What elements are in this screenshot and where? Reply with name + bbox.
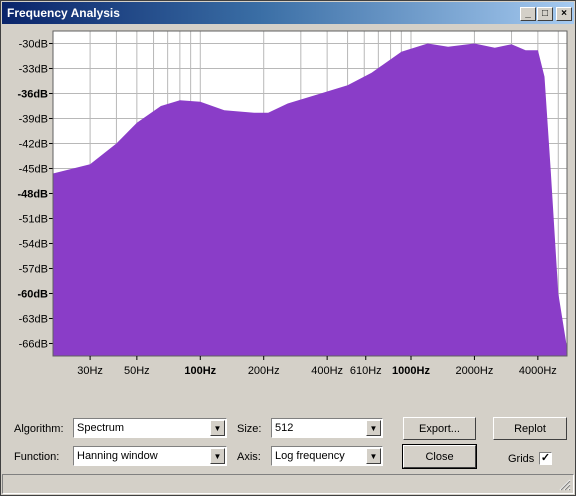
y-tick-label: -54dB xyxy=(19,239,48,251)
y-tick-label: -60dB xyxy=(17,289,48,301)
grids-label: Grids xyxy=(508,453,535,465)
algorithm-label: Algorithm: xyxy=(14,423,64,435)
y-tick-label: -66dB xyxy=(19,339,48,351)
y-tick-label: -45dB xyxy=(19,164,48,176)
y-tick-label: -36dB xyxy=(17,89,48,101)
chevron-down-icon[interactable]: ▼ xyxy=(210,420,225,436)
chevron-down-icon[interactable]: ▼ xyxy=(366,420,381,436)
spectrum-plot: -30dB -33dB -36dB -39dB -42dB -45dB -48dB -51dB… xyxy=(5,25,571,380)
frequency-analysis-window: Frequency Analysis _ □ × -30dB -33dB -36dB… xyxy=(0,0,576,496)
chevron-down-icon[interactable]: ▼ xyxy=(210,448,225,464)
algorithm-value: Spectrum xyxy=(77,422,125,434)
axis-label: Axis: xyxy=(237,451,261,463)
y-tick-label: -51dB xyxy=(19,214,48,226)
close-button[interactable]: Close xyxy=(402,444,477,469)
y-tick-label: -30dB xyxy=(19,39,48,51)
function-label: Function: xyxy=(14,451,60,463)
window-title: Frequency Analysis xyxy=(7,6,120,20)
spectrum-chart: -30dB -33dB -36dB -39dB -42dB -45dB -48dB -51dB… xyxy=(5,25,571,380)
y-tick-label: -48dB xyxy=(17,189,48,201)
close-window-button[interactable]: × xyxy=(556,7,572,21)
y-tick-label: -42dB xyxy=(19,139,48,151)
y-tick-label: -33dB xyxy=(19,64,48,76)
axis-value: Log frequency xyxy=(275,450,345,462)
status-bar xyxy=(2,474,574,494)
x-tick-label: 1000Hz xyxy=(392,365,430,377)
minimize-button[interactable]: _ xyxy=(520,7,536,21)
replot-button[interactable]: Replot xyxy=(493,417,567,440)
chevron-down-icon[interactable]: ▼ xyxy=(366,448,381,464)
x-tick-label: 200Hz xyxy=(248,365,280,377)
y-tick-label: -63dB xyxy=(19,314,48,326)
export-button[interactable]: Export... xyxy=(403,417,476,440)
x-tick-label: 400Hz xyxy=(311,365,343,377)
axis-select[interactable]: Log frequency ▼ xyxy=(271,446,383,466)
x-tick-label: 4000Hz xyxy=(519,365,557,377)
algorithm-select[interactable]: Spectrum ▼ xyxy=(73,418,227,438)
title-bar[interactable]: Frequency Analysis _ □ × xyxy=(2,2,574,24)
maximize-button[interactable]: □ xyxy=(537,7,553,21)
function-select[interactable]: Hanning window ▼ xyxy=(73,446,227,466)
y-tick-label: -57dB xyxy=(19,264,48,276)
function-value: Hanning window xyxy=(77,450,158,462)
x-tick-label: 100Hz xyxy=(184,365,216,377)
x-tick-label: 30Hz xyxy=(77,365,103,377)
grids-checkbox[interactable]: ✓ xyxy=(539,452,552,465)
x-tick-label: 50Hz xyxy=(124,365,150,377)
y-tick-label: -39dB xyxy=(19,114,48,126)
size-label: Size: xyxy=(237,423,262,435)
resize-grip-icon[interactable] xyxy=(559,479,571,491)
x-tick-label: 610Hz xyxy=(350,365,382,377)
x-tick-label: 2000Hz xyxy=(455,365,493,377)
size-value: 512 xyxy=(275,422,294,434)
size-select[interactable]: 512 ▼ xyxy=(271,418,383,438)
